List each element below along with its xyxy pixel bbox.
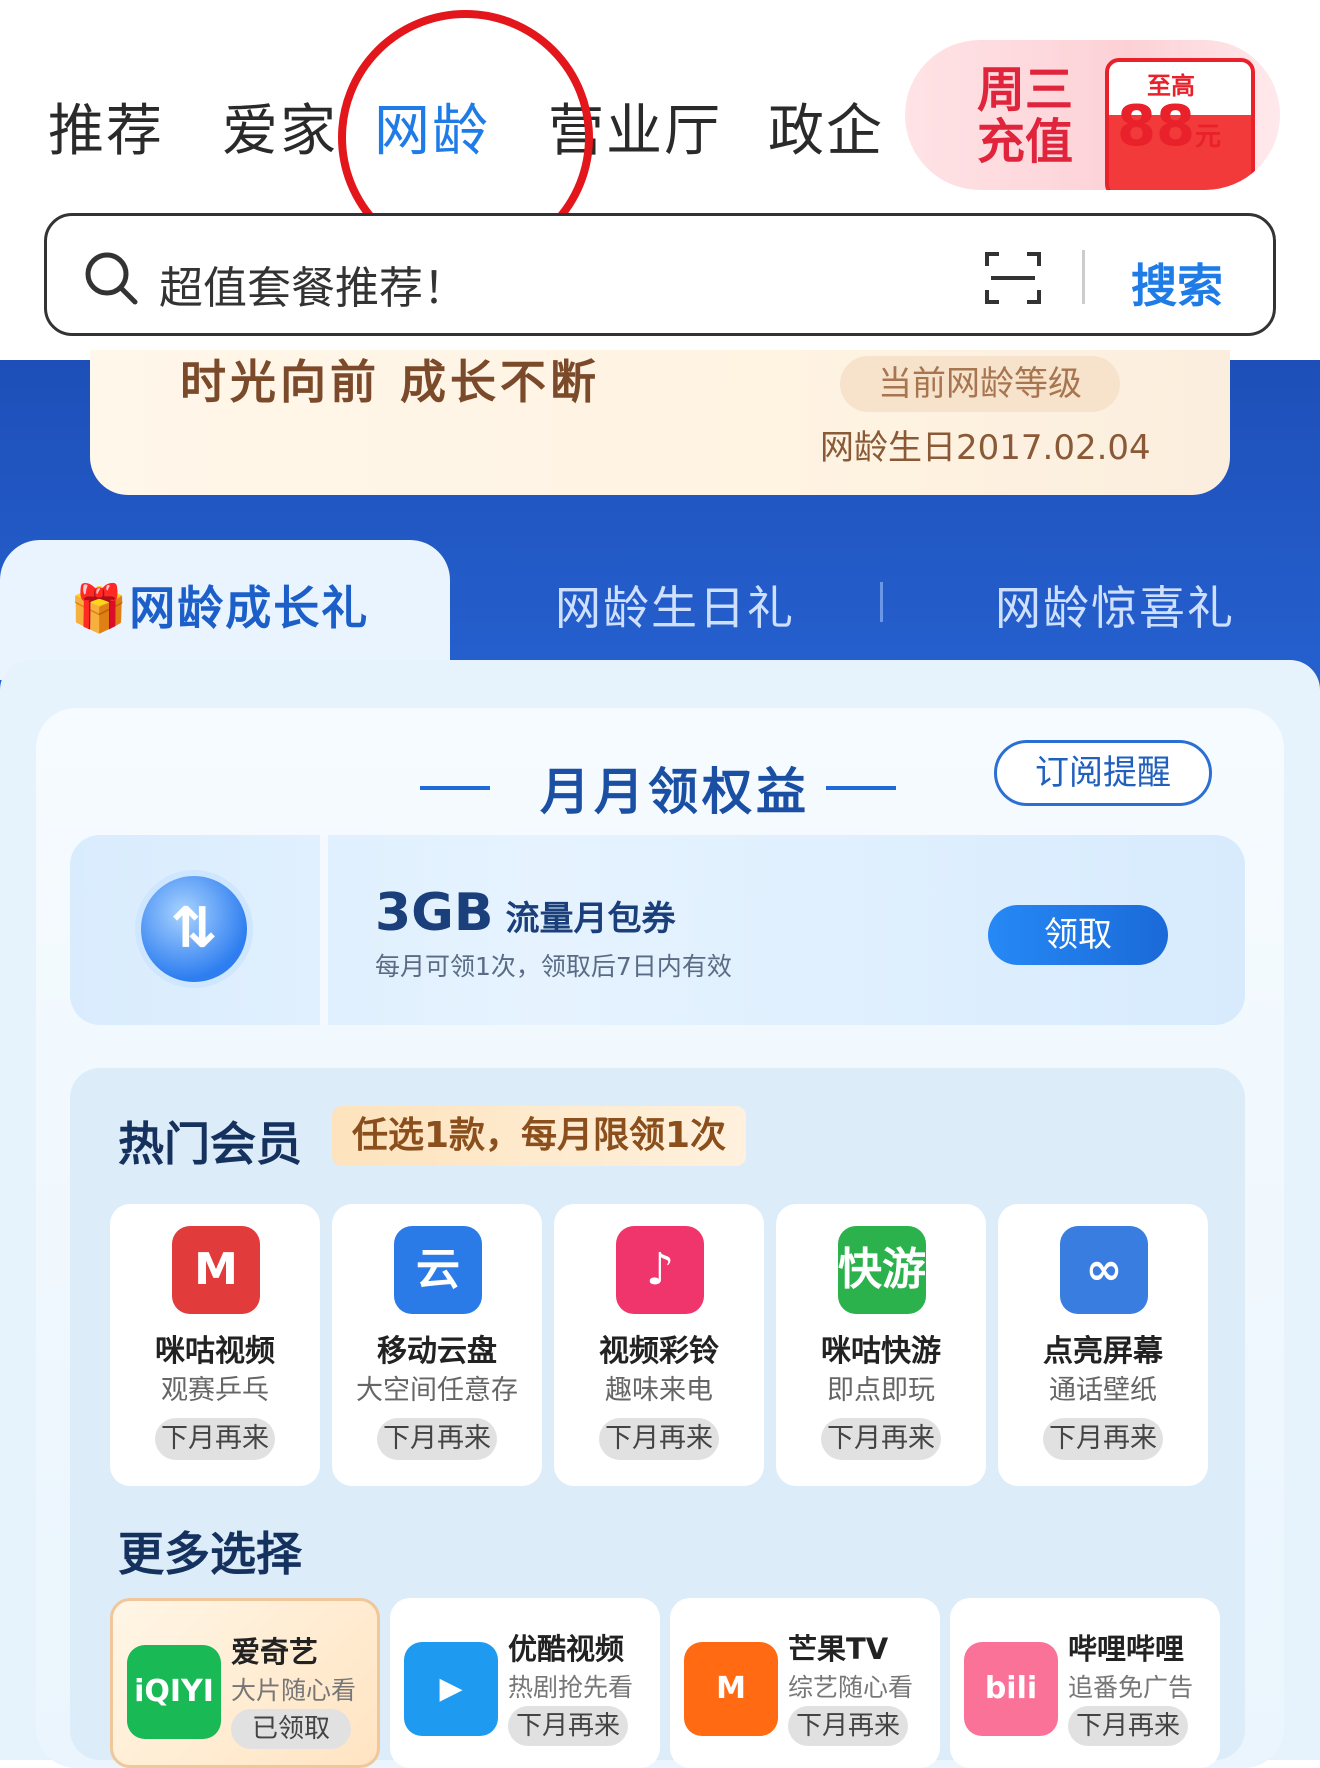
member-status-button[interactable]: 下月再来 (155, 1418, 275, 1460)
youku-icon: ▶ (404, 1642, 498, 1736)
video-ringtone-icon: ♪ (616, 1226, 704, 1314)
option-name: 哔哩哔哩 (1068, 1632, 1185, 1666)
gift-tabs: 🎁网龄成长礼 网龄生日礼 网龄惊喜礼 (0, 540, 1320, 680)
option-name: 芒果TV (788, 1632, 889, 1666)
tab-surprise-gift[interactable]: 网龄惊喜礼 (995, 572, 1235, 638)
member-status-button[interactable]: 下月再来 (1043, 1418, 1163, 1460)
member-status-button[interactable]: 下月再来 (599, 1418, 719, 1460)
member-name: 点亮屏幕 (1043, 1334, 1163, 1369)
tab-government[interactable]: 政企 (768, 86, 884, 167)
option-subtitle: 综艺随心看 (788, 1673, 914, 1702)
search-icon (85, 252, 138, 305)
scan-icon[interactable] (983, 248, 1043, 308)
search-divider (1082, 250, 1085, 304)
promo-line1: 周三 (977, 62, 1074, 118)
tab-growth-gift[interactable]: 🎁网龄成长礼 (70, 572, 369, 638)
gift-icon: 🎁 (70, 581, 130, 635)
data-voucher-card: ⇅ 3GB 流量月包券 每月可领1次，领取后7日内有效 领取 (70, 835, 1245, 1025)
member-card[interactable]: 云 移动云盘 大空间任意存 下月再来 (332, 1204, 542, 1486)
member-subtitle: 趣味来电 (605, 1375, 713, 1406)
slogan-text: 时光向前 成长不断 (180, 355, 601, 409)
option-name: 爱奇艺 (231, 1635, 319, 1669)
member-name: 咪咕快游 (821, 1334, 941, 1369)
birthday-card: 时光向前 成长不断 当前网龄等级 网龄生日2017.02.04 (90, 350, 1230, 495)
member-name: 视频彩铃 (599, 1334, 719, 1369)
top-nav: 推荐 爱家 网龄 营业厅 政企 周三 充值 至高 88元 超值套餐推荐！ 搜索 (0, 0, 1320, 360)
member-card[interactable]: ∞ 点亮屏幕 通话壁纸 下月再来 (998, 1204, 1208, 1486)
title-decoration-left (420, 786, 490, 790)
option-subtitle: 大片随心看 (231, 1676, 357, 1705)
member-card[interactable]: 快游 咪咕快游 即点即玩 下月再来 (776, 1204, 986, 1486)
option-name: 优酷视频 (508, 1632, 625, 1666)
member-card[interactable]: M 咪咕视频 观赛乒乓 下月再来 (110, 1204, 320, 1486)
monthly-benefits-title: 月月领权益 (540, 763, 810, 821)
member-card[interactable]: ♪ 视频彩铃 趣味来电 下月再来 (554, 1204, 764, 1486)
search-bar[interactable]: 超值套餐推荐！ 搜索 (44, 213, 1276, 336)
recharge-promo-banner[interactable]: 周三 充值 至高 88元 (905, 40, 1280, 190)
hot-members-badge: 任选1款，每月限领1次 (332, 1106, 747, 1166)
title-decoration-right (826, 786, 896, 790)
promo-amount: 88 (1117, 94, 1195, 159)
option-status-button[interactable]: 下月再来 (508, 1706, 628, 1746)
tab-growth-gift-label: 网龄成长礼 (129, 581, 370, 635)
migu-video-icon: M (172, 1226, 260, 1314)
more-options-title: 更多选择 (118, 1527, 302, 1581)
option-card[interactable]: ▶ 优酷视频 热剧抢先看 下月再来 (390, 1598, 660, 1768)
member-subtitle: 大空间任意存 (356, 1375, 518, 1406)
promo-line2: 充值 (977, 114, 1074, 170)
promo-unit: 元 (1194, 122, 1221, 152)
voucher-name: 流量月包券 (505, 899, 676, 939)
option-subtitle: 热剧抢先看 (508, 1673, 634, 1702)
option-subtitle: 追番免广告 (1068, 1673, 1194, 1702)
member-subtitle: 通话壁纸 (1049, 1375, 1157, 1406)
tab-home[interactable]: 爱家 (222, 86, 338, 167)
migu-game-icon: 快游 (838, 1226, 926, 1314)
member-status-button[interactable]: 下月再来 (821, 1418, 941, 1460)
data-transfer-icon: ⇅ (135, 870, 253, 988)
option-card[interactable]: M 芒果TV 综艺随心看 下月再来 (670, 1598, 940, 1768)
birthday-date: 网龄生日2017.02.04 (820, 428, 1151, 468)
search-input[interactable]: 超值套餐推荐！ (159, 252, 467, 316)
option-status-button[interactable]: 下月再来 (1068, 1706, 1188, 1746)
member-name: 咪咕视频 (155, 1334, 275, 1369)
new-call-icon: ∞ (1060, 1226, 1148, 1314)
option-card[interactable]: bili 哔哩哔哩 追番免广告 下月再来 (950, 1598, 1220, 1768)
tab-recommend[interactable]: 推荐 (48, 86, 164, 167)
membership-section: 热门会员 任选1款，每月限领1次 M 咪咕视频 观赛乒乓 下月再来云 移动云盘 … (70, 1068, 1245, 1768)
member-subtitle: 即点即玩 (827, 1375, 935, 1406)
option-status-button[interactable]: 下月再来 (788, 1706, 908, 1746)
member-name: 移动云盘 (377, 1334, 497, 1369)
option-card[interactable]: iQIYI 爱奇艺 大片随心看 已领取 (110, 1598, 380, 1768)
hot-members-title: 热门会员 (118, 1117, 302, 1171)
subscribe-reminder-button[interactable]: 订阅提醒 (994, 740, 1212, 806)
bilibili-icon: bili (964, 1642, 1058, 1736)
claim-button[interactable]: 领取 (988, 905, 1168, 965)
voucher-description: 每月可领1次，领取后7日内有效 (375, 952, 732, 981)
search-button[interactable]: 搜索 (1131, 250, 1223, 316)
voucher-separator (320, 835, 328, 1025)
option-status-button[interactable]: 已领取 (231, 1709, 351, 1749)
member-subtitle: 观赛乒乓 (161, 1375, 269, 1406)
mango-tv-icon: M (684, 1642, 778, 1736)
tab-divider (880, 582, 883, 622)
voucher-amount: 3GB (375, 883, 494, 943)
cloud-drive-icon: 云 (394, 1226, 482, 1314)
red-envelope-icon: 至高 88元 (1105, 58, 1255, 190)
level-badge[interactable]: 当前网龄等级 (840, 356, 1120, 412)
iqiyi-icon: iQIYI (127, 1645, 221, 1739)
member-status-button[interactable]: 下月再来 (377, 1418, 497, 1460)
tab-birthday-gift[interactable]: 网龄生日礼 (555, 572, 795, 638)
